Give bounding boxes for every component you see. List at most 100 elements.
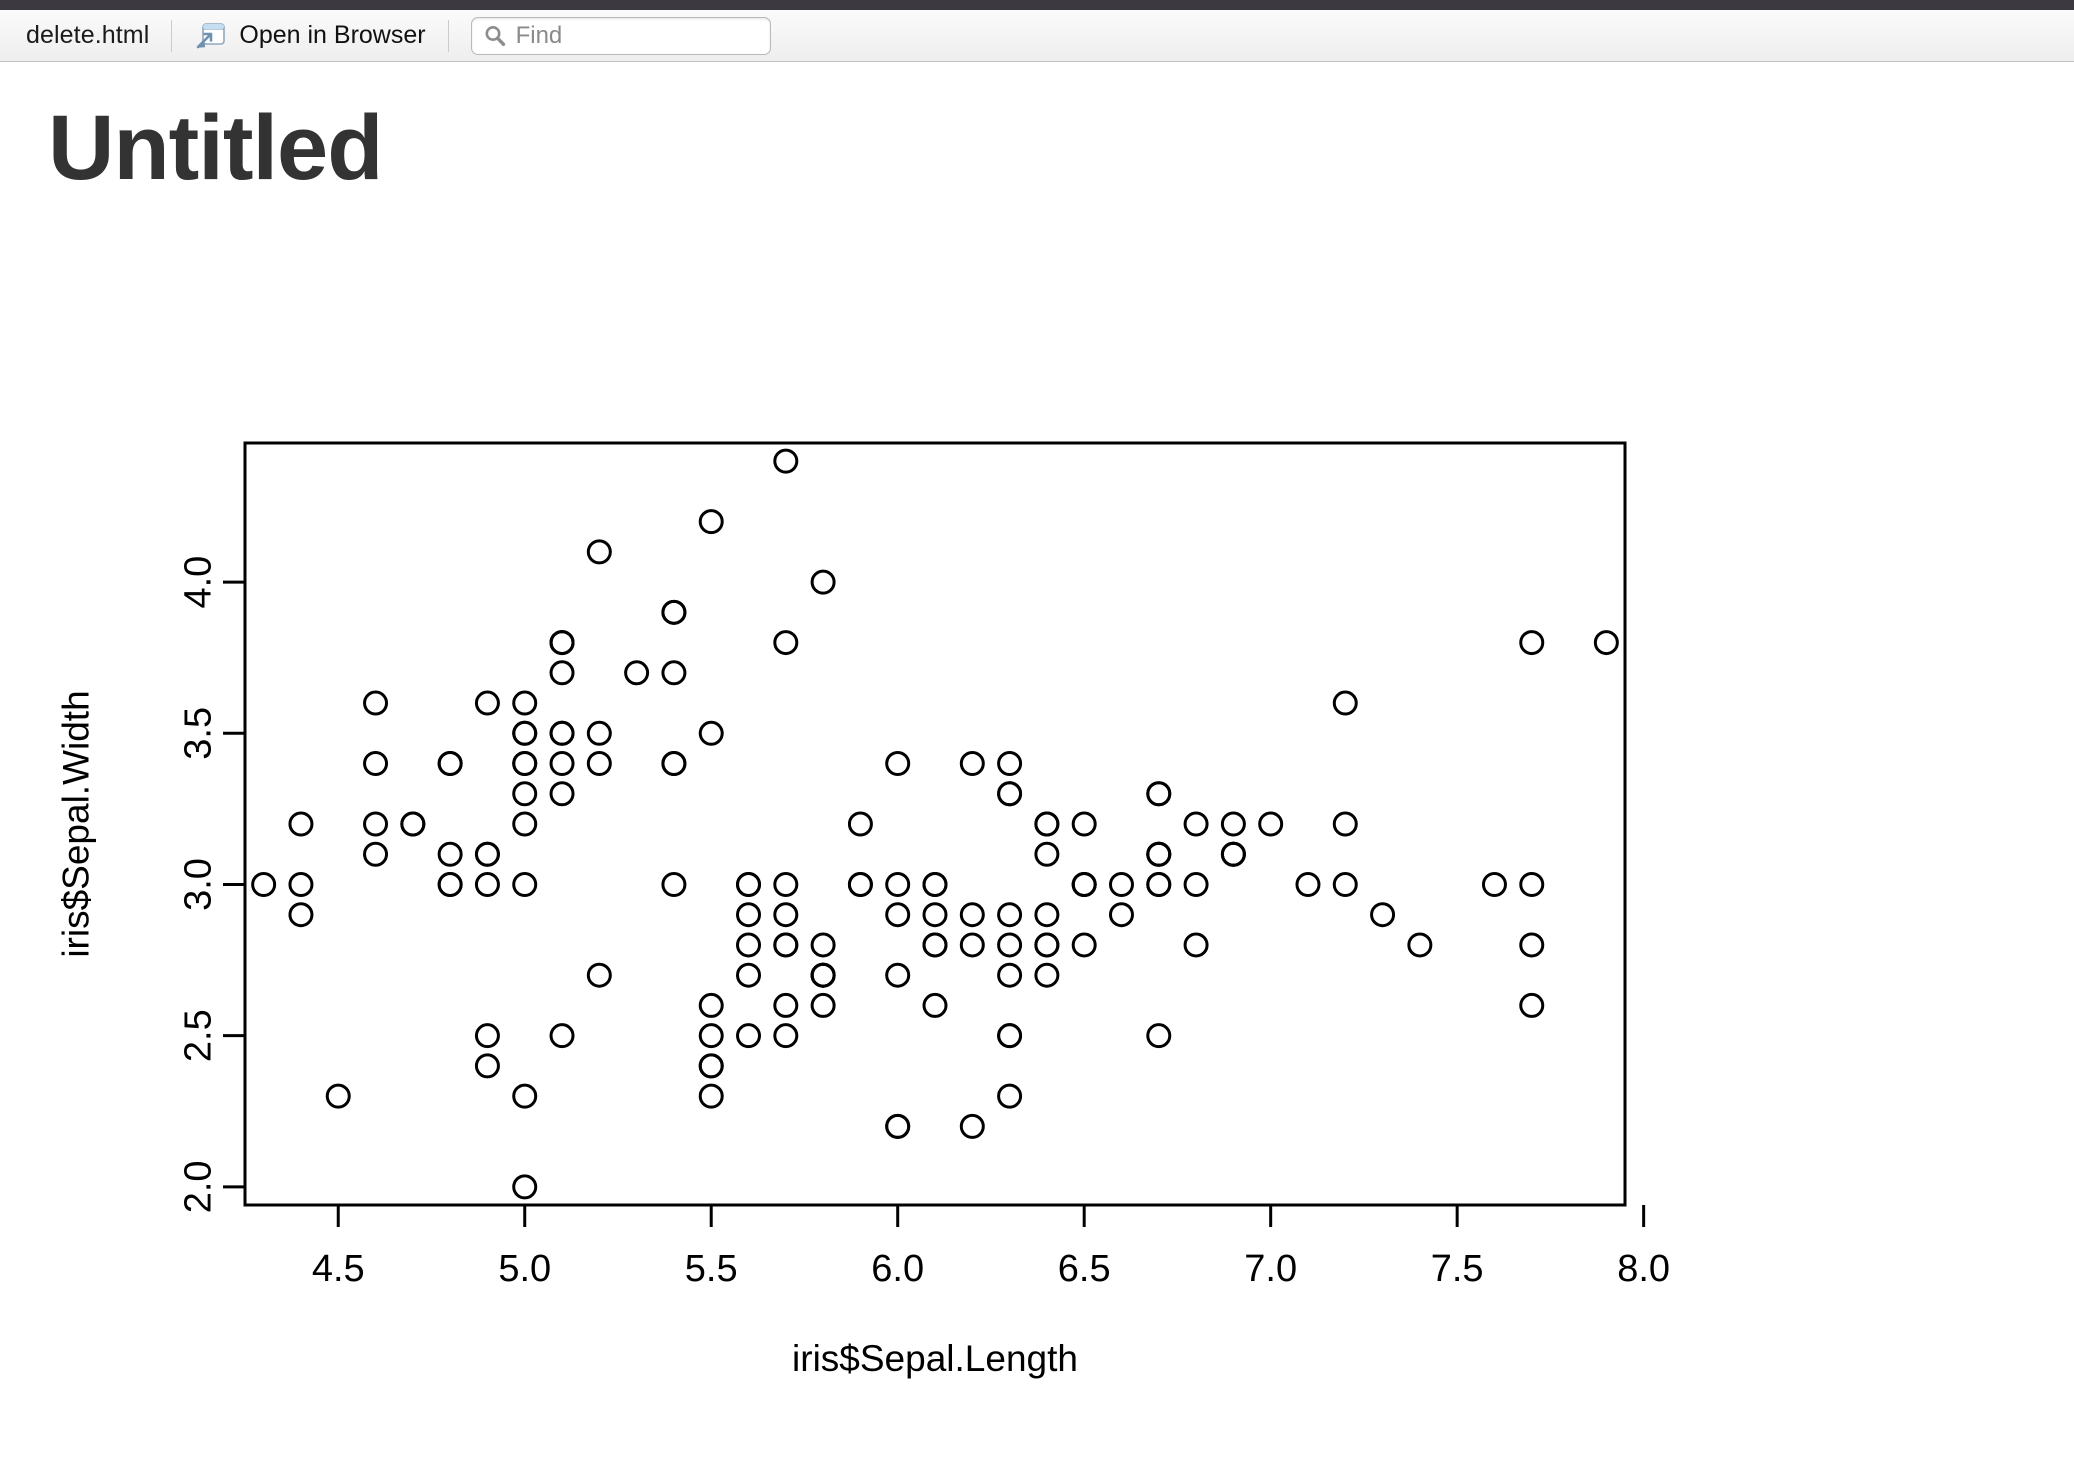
scatter-point — [512, 1174, 538, 1200]
scatter-point — [1034, 902, 1060, 928]
window-chrome-strip — [0, 0, 2074, 10]
scatter-point — [698, 509, 724, 535]
filename-label: delete.html — [26, 21, 150, 49]
scatter-point — [1034, 841, 1060, 867]
scatter-point — [885, 751, 911, 777]
scatter-point — [1108, 902, 1134, 928]
scatter-point — [474, 1023, 500, 1049]
x-tick-label: 4.5 — [312, 1248, 365, 1290]
scatter-point — [698, 1053, 724, 1079]
scatter-point — [437, 841, 463, 867]
y-tick-label: 4.0 — [178, 556, 220, 609]
scatter-point — [1183, 932, 1209, 958]
y-tick-label: 3.5 — [178, 707, 220, 760]
scatter-point — [773, 630, 799, 656]
y-axis-tick-labels: 2.0 2.5 3.0 3.5 4.0 — [178, 556, 220, 1214]
scatter-point — [661, 751, 687, 777]
scatter-point — [997, 902, 1023, 928]
preview-content: Untitled 4.5 5.0 5.5 6.0 6.5 7.0 7.5 8.0 2.0 2.5… — [0, 63, 2074, 1472]
scatter-point — [698, 1083, 724, 1109]
scatter-point — [1332, 871, 1358, 897]
scatter-point — [661, 599, 687, 625]
scatter-point — [810, 962, 836, 988]
scatter-point — [698, 720, 724, 746]
find-input[interactable] — [515, 21, 770, 50]
search-icon — [482, 23, 508, 49]
scatter-point — [437, 871, 463, 897]
scatter-point — [997, 1023, 1023, 1049]
y-tick-label: 3.0 — [178, 858, 220, 911]
scatter-point — [1332, 811, 1358, 837]
scatter-point — [1258, 811, 1284, 837]
scatter-point — [288, 811, 314, 837]
scatter-point — [363, 841, 389, 867]
scatter-point — [1034, 811, 1060, 837]
open-in-browser-label: Open in Browser — [239, 21, 426, 49]
x-tick-label: 8.0 — [1617, 1248, 1670, 1290]
scatter-point — [885, 871, 911, 897]
scatter-point — [512, 720, 538, 746]
scatter-point — [1146, 1023, 1172, 1049]
scatter-point — [810, 992, 836, 1018]
scatter-point — [363, 811, 389, 837]
x-tick-label: 5.0 — [498, 1248, 551, 1290]
scatter-point — [624, 660, 650, 686]
scatter-point — [1071, 811, 1097, 837]
scatter-point — [997, 932, 1023, 958]
open-in-browser-button[interactable]: Open in Browser — [194, 20, 426, 52]
scatter-point — [885, 902, 911, 928]
plot-points-group — [251, 448, 1619, 1200]
scatter-point — [1071, 932, 1097, 958]
scatter-point — [1519, 992, 1545, 1018]
scatter-point — [661, 660, 687, 686]
x-tick-label: 5.5 — [685, 1248, 738, 1290]
toolbar-divider-2 — [447, 19, 449, 52]
scatter-point — [1295, 871, 1321, 897]
scatter-point — [885, 1113, 911, 1139]
scatter-point — [773, 902, 799, 928]
x-axis-ticks — [336, 1205, 1646, 1227]
scatter-point — [1519, 871, 1545, 897]
scatter-point — [1407, 932, 1433, 958]
y-axis-title: iris$Sepal.Width — [55, 690, 96, 957]
scatter-point — [922, 992, 948, 1018]
scatter-point — [736, 871, 762, 897]
scatter-point — [1370, 902, 1396, 928]
y-tick-label: 2.5 — [178, 1009, 220, 1062]
scatter-point — [922, 902, 948, 928]
scatter-point — [773, 932, 799, 958]
scatter-point — [1183, 811, 1209, 837]
scatter-point — [549, 720, 575, 746]
scatter-point — [586, 751, 612, 777]
scatter-point — [997, 1083, 1023, 1109]
scatter-point — [1332, 690, 1358, 716]
x-tick-label: 6.5 — [1058, 1248, 1111, 1290]
scatter-point — [1146, 871, 1172, 897]
scatter-point — [773, 448, 799, 474]
scatter-point — [997, 962, 1023, 988]
x-tick-label: 7.0 — [1244, 1248, 1297, 1290]
y-axis-ticks — [223, 580, 245, 1189]
scatter-point — [1146, 781, 1172, 807]
scatter-point — [363, 690, 389, 716]
scatter-point — [363, 751, 389, 777]
scatter-point — [810, 932, 836, 958]
scatter-point — [474, 1053, 500, 1079]
scatter-point — [1108, 871, 1134, 897]
scatter-point — [512, 781, 538, 807]
scatter-point — [1519, 630, 1545, 656]
scatter-point — [586, 962, 612, 988]
toolbar-divider-1 — [171, 19, 173, 52]
scatter-point — [1220, 811, 1246, 837]
find-box[interactable] — [470, 16, 771, 55]
scatter-point — [847, 811, 873, 837]
scatter-point — [661, 871, 687, 897]
scatter-point — [512, 751, 538, 777]
scatter-point — [474, 841, 500, 867]
scatter-point — [1481, 871, 1507, 897]
scatter-point — [959, 902, 985, 928]
scatter-plot: 4.5 5.0 5.5 6.0 6.5 7.0 7.5 8.0 2.0 2.5 3.0 3.5 4.0… — [0, 263, 2074, 1473]
x-axis-tick-labels: 4.5 5.0 5.5 6.0 6.5 7.0 7.5 8.0 — [312, 1248, 1670, 1290]
scatter-point — [736, 1023, 762, 1049]
scatter-point — [512, 871, 538, 897]
